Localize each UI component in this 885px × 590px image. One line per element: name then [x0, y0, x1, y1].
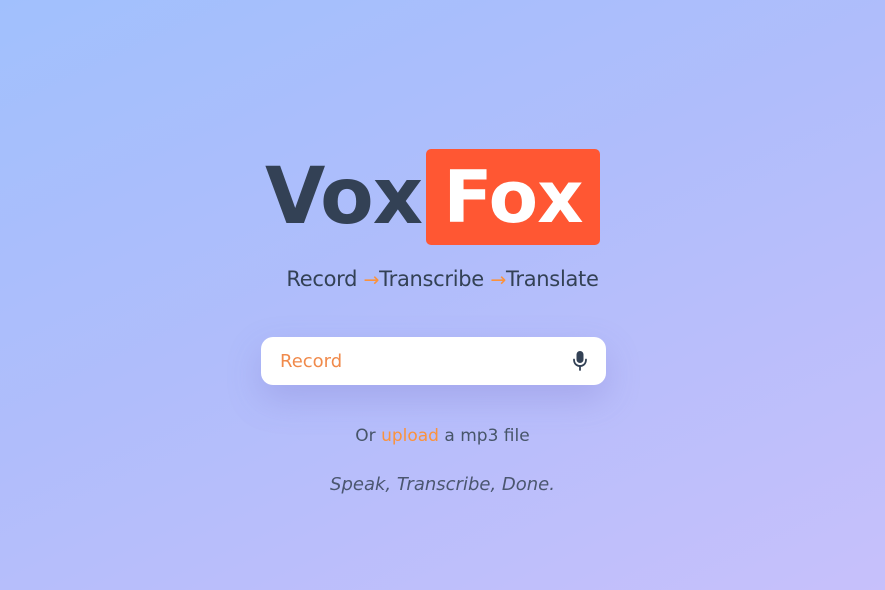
tagline-arrow-1: →: [363, 269, 380, 291]
tagline: Record →Transcribe →Translate: [0, 267, 885, 291]
app-logo: Vox Fox: [265, 149, 600, 245]
record-button[interactable]: Record: [261, 337, 606, 385]
upload-link[interactable]: upload: [381, 426, 439, 446]
motto-text: Speak, Transcribe, Done.: [330, 474, 555, 495]
tagline-arrow-2: →: [490, 269, 506, 291]
tagline-step-translate: Translate: [505, 267, 599, 291]
microphone-icon: [573, 351, 587, 371]
record-button-label: Record: [280, 350, 343, 372]
upload-prompt: Or upload a mp3 file: [0, 426, 885, 446]
upload-prefix: Or: [355, 426, 376, 446]
upload-suffix: a mp3 file: [444, 426, 530, 446]
tagline-step-record: Record: [286, 267, 358, 291]
tagline-step-transcribe: Transcribe: [379, 267, 484, 291]
logo-text-fox-badge: Fox: [426, 149, 600, 245]
logo-text-vox: Vox: [265, 152, 423, 242]
